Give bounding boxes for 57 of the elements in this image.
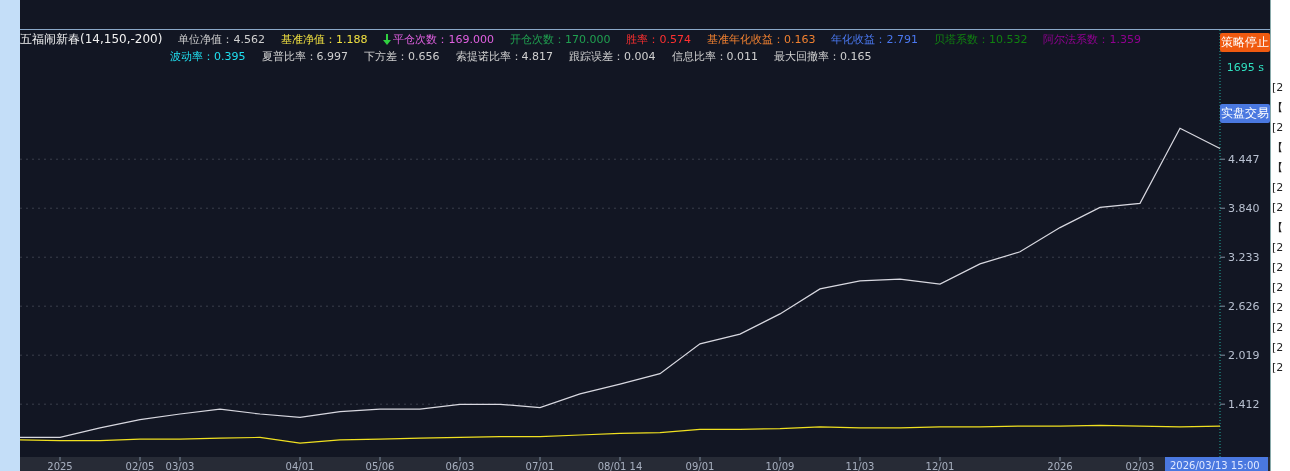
axis-label: 02/05: [125, 461, 155, 471]
stat-value: 基准年化收益：0.163: [706, 32, 816, 47]
list-item: [2: [1271, 280, 1285, 296]
stat-value: 开仓次数：170.000: [509, 32, 611, 47]
axis-label: 1.412: [1228, 398, 1260, 412]
axis-label: 06/03: [445, 461, 475, 471]
live-trading-badge: 实盘交易: [1220, 104, 1270, 123]
list-item: [2: [1271, 240, 1285, 256]
list-item: [2: [1271, 320, 1285, 336]
axis-label: 2.019: [1228, 349, 1260, 363]
axis-label: 3.840: [1228, 202, 1260, 216]
stat-value: 阿尔法系数：1.359: [1043, 32, 1141, 47]
stat-value: 下方差：0.656: [364, 49, 440, 64]
axis-label: 2.626: [1228, 300, 1260, 314]
list-item: [2: [1271, 200, 1285, 216]
axis-label: 12/01: [925, 461, 955, 471]
stat-value: 跟踪误差：0.004: [569, 49, 656, 64]
axis-label: 09/01: [685, 461, 715, 471]
stat-value: 索提诺比率：4.817: [455, 49, 553, 64]
stat-value: 贝塔系数：10.532: [933, 32, 1028, 47]
stat-value: 平仓次数：169.000: [383, 32, 494, 47]
axis-label: 10/09: [765, 461, 795, 471]
strategy-stopped-badge: 策略停止: [1220, 33, 1270, 52]
list-item: 【: [1271, 140, 1284, 156]
axis-label: 11/03: [845, 461, 875, 471]
axis-label: 3.233: [1228, 251, 1260, 265]
axis-label: 2026: [1047, 461, 1073, 471]
list-item: 【: [1271, 100, 1284, 116]
axis-label: 4.447: [1228, 153, 1260, 167]
axis-label: 08/01 14: [597, 461, 643, 471]
stat-value: 胜率：0.574: [626, 32, 691, 47]
list-item: [2: [1271, 260, 1285, 276]
axis-label: 04/01: [285, 461, 315, 471]
stat-value: 年化收益：2.791: [831, 32, 918, 47]
list-item: [2: [1271, 80, 1285, 96]
list-item: [2: [1271, 340, 1285, 356]
axis-label: 2025: [47, 461, 73, 471]
list-item: [2: [1271, 180, 1285, 196]
axis-label: 03/03: [165, 461, 195, 471]
stat-value: 最大回撤率：0.165: [774, 49, 872, 64]
stat-value: 信息比率：0.011: [671, 49, 758, 64]
axis-label: 05/06: [365, 461, 395, 471]
stat-value: 夏普比率：6.997: [261, 49, 348, 64]
list-item: 【: [1271, 220, 1284, 236]
list-item: [2: [1271, 360, 1285, 376]
list-item: 【: [1271, 160, 1284, 176]
elapsed-time: 1695 s: [1226, 61, 1264, 74]
down-arrow-icon: [383, 34, 392, 45]
stat-value: 基准净值：1.188: [280, 32, 368, 47]
list-item: [2: [1271, 120, 1285, 136]
list-item: [2: [1271, 300, 1285, 316]
cursor-date-label: 2026/03/13 15:00: [1165, 457, 1268, 471]
axis-label: 02/03: [1125, 461, 1155, 471]
stat-value: 波动率：0.395: [170, 49, 246, 64]
stat-value: 单位净值：4.562: [178, 32, 265, 47]
axis-label: 07/01: [525, 461, 555, 471]
strategy-title: 五福闹新春(14,150,-200): [20, 31, 163, 48]
